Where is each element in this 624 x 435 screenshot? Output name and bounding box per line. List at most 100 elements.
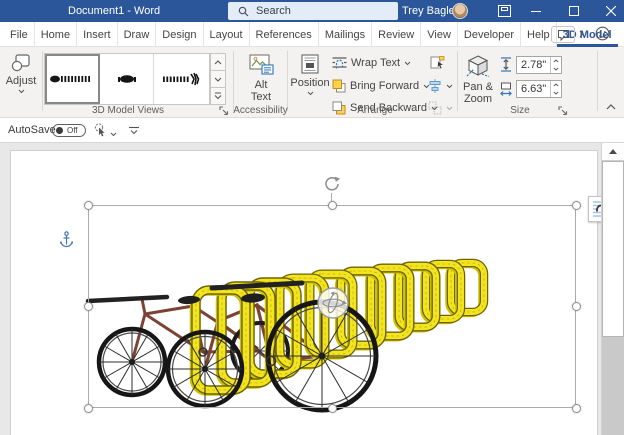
dialog-launcher-icon bbox=[558, 106, 568, 116]
quick-access-toolbar: AutoSave Off bbox=[0, 118, 624, 143]
resize-handle-top-right[interactable] bbox=[572, 201, 581, 210]
tab-view[interactable]: View bbox=[421, 22, 458, 47]
wrap-text-button[interactable]: Wrap Text bbox=[332, 56, 411, 70]
scrollbar-track[interactable] bbox=[602, 337, 624, 435]
word-window: Document1 - Word Search Trey Bagley File… bbox=[0, 0, 624, 435]
pan-zoom-button[interactable]: Pan & Zoom bbox=[458, 54, 498, 105]
group-objects-button[interactable] bbox=[428, 101, 453, 115]
adjust-button[interactable]: Adjust bbox=[2, 54, 40, 94]
tab-insert[interactable]: Insert bbox=[77, 22, 118, 47]
resize-handle-middle-right[interactable] bbox=[572, 302, 581, 311]
group-divider bbox=[233, 51, 234, 111]
user-avatar[interactable] bbox=[452, 3, 468, 19]
bring-forward-button[interactable]: Bring Forward bbox=[332, 79, 430, 93]
width-input[interactable] bbox=[517, 81, 551, 97]
model-view-thumbnail-2[interactable] bbox=[100, 54, 155, 104]
model-view-thumbnail-3[interactable] bbox=[154, 54, 209, 104]
chevron-down-icon bbox=[446, 106, 453, 111]
chevron-down-icon bbox=[553, 91, 559, 95]
autosave-toggle[interactable]: Off bbox=[52, 124, 86, 137]
object-anchor[interactable] bbox=[60, 231, 73, 253]
position-label: Position bbox=[290, 77, 329, 89]
width-spinner bbox=[516, 80, 562, 98]
gallery-more-button[interactable] bbox=[210, 88, 226, 105]
feedback-button[interactable] bbox=[595, 26, 610, 41]
model-views-dialog-launcher[interactable] bbox=[219, 106, 231, 118]
touch-mode-dropdown[interactable] bbox=[110, 128, 117, 140]
chevron-down-icon bbox=[446, 84, 453, 89]
resize-handle-top-center[interactable] bbox=[328, 201, 337, 210]
dialog-launcher-icon bbox=[219, 106, 229, 116]
tab-file[interactable]: File bbox=[4, 22, 35, 47]
chevron-down-icon bbox=[110, 132, 117, 137]
wrap-text-label: Wrap Text bbox=[351, 57, 400, 69]
model-view-2-icon bbox=[103, 59, 151, 99]
bring-forward-label: Bring Forward bbox=[350, 80, 419, 92]
close-icon bbox=[606, 6, 616, 16]
scroll-up-icon bbox=[609, 149, 617, 154]
tab-draw[interactable]: Draw bbox=[118, 22, 157, 47]
minimize-button[interactable] bbox=[524, 0, 548, 22]
touch-mode-icon bbox=[92, 122, 106, 138]
gallery-scroll-down-button[interactable] bbox=[210, 71, 226, 88]
selection-pane-button[interactable] bbox=[430, 56, 445, 70]
maximize-icon bbox=[569, 6, 579, 16]
adjust-icon bbox=[10, 54, 32, 72]
chevron-down-icon bbox=[214, 77, 222, 82]
resize-handle-bottom-left[interactable] bbox=[84, 404, 93, 413]
tab-developer[interactable]: Developer bbox=[458, 22, 521, 47]
group-divider bbox=[597, 51, 598, 111]
tab-home[interactable]: Home bbox=[35, 22, 77, 47]
width-step-up[interactable] bbox=[551, 81, 561, 89]
selection-pane-icon bbox=[430, 56, 445, 70]
document-workspace: 3D model: two bicycles parked in a yello… bbox=[0, 143, 624, 435]
group-divider bbox=[287, 51, 288, 111]
alt-text-label: Alt Text bbox=[247, 79, 275, 103]
minimize-icon bbox=[531, 6, 541, 16]
height-input[interactable] bbox=[517, 57, 551, 73]
tab-references[interactable]: References bbox=[250, 22, 319, 47]
align-button[interactable] bbox=[428, 79, 453, 93]
search-box[interactable]: Search bbox=[228, 2, 398, 20]
tab-review[interactable]: Review bbox=[372, 22, 421, 47]
ribbon-tab-bar: File Home Insert Draw Design Layout Refe… bbox=[0, 22, 624, 47]
position-button[interactable]: Position bbox=[290, 54, 330, 96]
chevron-down-icon bbox=[18, 89, 25, 94]
tab-mailings[interactable]: Mailings bbox=[319, 22, 372, 47]
width-step-down[interactable] bbox=[551, 89, 561, 97]
height-icon bbox=[499, 57, 513, 72]
scroll-up-button[interactable] bbox=[602, 143, 624, 161]
collapse-comments-chevron[interactable] bbox=[579, 30, 584, 38]
tab-layout[interactable]: Layout bbox=[204, 22, 250, 47]
touch-mouse-mode-button[interactable] bbox=[92, 122, 106, 141]
ribbon-display-options-button[interactable] bbox=[492, 0, 516, 22]
customize-toolbar-icon bbox=[128, 126, 140, 135]
chevron-down-icon bbox=[553, 67, 559, 71]
alt-text-button[interactable]: Alt Text bbox=[240, 54, 282, 103]
customize-quick-access-button[interactable] bbox=[128, 126, 140, 138]
comments-button[interactable] bbox=[551, 26, 575, 43]
size-dialog-launcher[interactable] bbox=[558, 106, 570, 118]
maximize-button[interactable] bbox=[562, 0, 586, 22]
close-button[interactable] bbox=[599, 0, 623, 22]
gallery-scroll-up-button[interactable] bbox=[210, 53, 226, 71]
wrap-text-icon bbox=[332, 56, 347, 70]
resize-handle-bottom-center[interactable] bbox=[328, 404, 337, 413]
collapse-ribbon-button[interactable] bbox=[606, 101, 616, 113]
autosave-label: AutoSave bbox=[8, 118, 56, 143]
selection-bounding-box bbox=[88, 205, 576, 408]
rotate-handle[interactable] bbox=[323, 175, 341, 198]
resize-handle-top-left[interactable] bbox=[84, 201, 93, 210]
resize-handle-middle-left[interactable] bbox=[84, 302, 93, 311]
autosave-state: Off bbox=[67, 126, 78, 135]
alt-text-icon bbox=[249, 54, 274, 76]
height-step-down[interactable] bbox=[551, 65, 561, 73]
align-objects-icon bbox=[428, 79, 442, 93]
resize-handle-bottom-right[interactable] bbox=[572, 404, 581, 413]
model-views-gallery bbox=[44, 53, 210, 105]
height-step-up[interactable] bbox=[551, 57, 561, 65]
chevron-up-icon bbox=[553, 83, 559, 87]
model-view-thumbnail-1[interactable] bbox=[45, 54, 100, 104]
scrollbar-thumb[interactable] bbox=[602, 161, 624, 337]
tab-design[interactable]: Design bbox=[156, 22, 203, 47]
